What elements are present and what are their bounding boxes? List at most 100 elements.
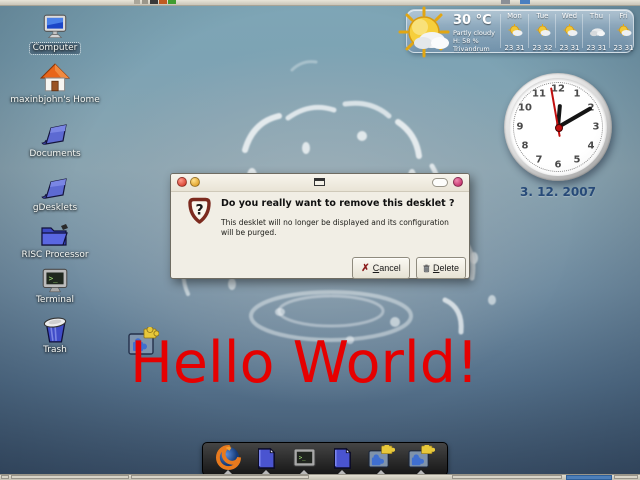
- weather-temperature: 30 °C: [453, 13, 492, 28]
- desktop-icon-computer[interactable]: Computer: [5, 12, 105, 54]
- maximize-button[interactable]: [314, 178, 325, 186]
- minimize-button[interactable]: [190, 177, 200, 187]
- partly-sunny-icon: [534, 24, 551, 38]
- clock-numeral: 10: [518, 103, 532, 114]
- close-button[interactable]: [177, 177, 187, 187]
- forecast-monday: Mon 23 31: [501, 12, 528, 52]
- dock-item-terminal[interactable]: >_: [292, 445, 317, 474]
- delete-button[interactable]: Delete: [416, 257, 466, 279]
- svg-text:>_: >_: [298, 455, 305, 461]
- folder-icon: [254, 445, 279, 470]
- dock-item-gdesklet[interactable]: [368, 445, 395, 474]
- desktop-icon-risc-processor[interactable]: RISC Processor: [5, 222, 105, 261]
- partly-sunny-icon: [615, 24, 632, 38]
- terminal-icon: >_: [40, 266, 70, 294]
- trash-icon: [40, 314, 70, 344]
- svg-text:?: ?: [195, 203, 203, 219]
- question-icon: ?: [184, 196, 215, 227]
- forecast-day: Thu: [583, 12, 610, 20]
- desktop-icon-terminal[interactable]: >_ Terminal: [5, 266, 105, 306]
- clock-numeral: 8: [522, 141, 529, 152]
- desktop-icon-trash[interactable]: Trash: [5, 314, 105, 356]
- svg-text:>_: >_: [49, 274, 59, 283]
- desktop-icon-label: Terminal: [33, 295, 77, 306]
- clock-numeral: 9: [517, 122, 524, 133]
- forecast-temps: 23 31: [501, 44, 528, 52]
- dialog-titlebar[interactable]: [171, 174, 469, 192]
- forecast-temps: 23 31: [610, 44, 637, 52]
- home-icon: [40, 62, 70, 94]
- forecast-temps: 23 31: [583, 44, 610, 52]
- cancel-x-icon: ✗: [361, 263, 369, 274]
- weather-sun-cloud-icon: [398, 6, 454, 60]
- clock-numeral: 5: [574, 155, 581, 166]
- dock-item-folder[interactable]: [330, 445, 355, 474]
- top-panel: [0, 0, 640, 6]
- forecast-temps: 23 32: [529, 44, 556, 52]
- dock: >_: [202, 442, 448, 476]
- trash-small-icon: [423, 263, 430, 274]
- terminal-icon: >_: [292, 445, 317, 470]
- desktop-icon-label: Computer: [30, 43, 81, 54]
- weather-location: Trivandrum: [453, 45, 490, 53]
- weather-condition: Partly cloudy: [453, 29, 495, 37]
- desktop-icon-gdesklets[interactable]: gDesklets: [5, 176, 105, 214]
- window-menu-button[interactable]: [453, 177, 463, 187]
- weather-desklet[interactable]: 30 °C Partly cloudy H: 58 % Trivandrum M…: [406, 9, 634, 53]
- remove-desklet-dialog: ? Do you really want to remove this desk…: [170, 173, 470, 279]
- forecast-friday: Fri 23 31: [610, 12, 637, 52]
- tray-printer-icon[interactable]: [501, 0, 510, 4]
- bottom-taskbar: [0, 474, 640, 480]
- gdesklet-icon: [408, 445, 435, 470]
- clock-desklet[interactable]: 12 1 2 3 4 5 6 7 8 9 10 11: [504, 73, 612, 181]
- gdesklets-icon: [40, 176, 70, 202]
- taskbar-window-button[interactable]: [11, 475, 129, 479]
- taskbar-window-button[interactable]: [131, 475, 309, 479]
- weather-humidity: H: 58 %: [453, 37, 479, 45]
- forecast-day: Mon: [501, 12, 528, 20]
- desktop-icon-label: RISC Processor: [18, 250, 91, 261]
- workspace-switcher[interactable]: [566, 475, 612, 480]
- clock-numeral: 11: [532, 89, 546, 100]
- app-icon-orange[interactable]: [159, 0, 167, 4]
- cloudy-icon: [588, 24, 605, 38]
- dock-item-gdesklet[interactable]: [408, 445, 435, 474]
- desktop-icon-label: gDesklets: [30, 203, 80, 214]
- clock-numeral: 3: [593, 122, 600, 133]
- desktop-icon-label: Trash: [40, 345, 70, 356]
- window-control-icon[interactable]: [134, 0, 140, 4]
- forecast-tuesday: Tue 23 32: [529, 12, 556, 52]
- app-icon-green[interactable]: [168, 0, 176, 4]
- window-control-icon[interactable]: [142, 0, 148, 4]
- desktop-icon-label: Documents: [26, 149, 83, 160]
- clock-numeral: 12: [551, 84, 565, 95]
- forecast-temps: 23 31: [556, 44, 583, 52]
- taskbar-tray-area[interactable]: [614, 475, 638, 479]
- desktop-icon-home[interactable]: maxinbjohn's Home: [5, 62, 105, 106]
- partly-sunny-icon: [506, 24, 523, 38]
- computer-icon: [40, 12, 70, 42]
- clock-numeral: 6: [555, 160, 562, 171]
- firefox-icon: [216, 445, 241, 470]
- forecast-day: Tue: [529, 12, 556, 20]
- forecast-day: Fri: [610, 12, 637, 20]
- clock-numeral: 7: [536, 155, 543, 166]
- shade-button[interactable]: [432, 178, 448, 187]
- hello-world-text: Hello World!: [130, 332, 600, 394]
- tray-network-icon[interactable]: [520, 0, 530, 4]
- clock-numeral: 1: [574, 89, 581, 100]
- taskbar-window-button[interactable]: [452, 475, 562, 479]
- clock-date: 3. 12. 2007: [498, 185, 618, 199]
- gdesklet-icon: [368, 445, 395, 470]
- forecast-day: Wed: [556, 12, 583, 20]
- desktop: Computer maxinbjohn's Home Documents gDe…: [0, 0, 640, 480]
- dock-item-folder[interactable]: [254, 445, 279, 474]
- app-icon-dark[interactable]: [150, 0, 158, 4]
- dock-item-firefox[interactable]: [216, 445, 241, 474]
- desktop-icon-label: maxinbjohn's Home: [7, 95, 103, 106]
- open-folder-icon: [39, 222, 71, 249]
- cancel-button[interactable]: ✗ Cancel: [352, 257, 410, 279]
- desktop-icon-documents[interactable]: Documents: [5, 122, 105, 160]
- folder-icon: [330, 445, 355, 470]
- taskbar-menu-button[interactable]: [1, 475, 9, 479]
